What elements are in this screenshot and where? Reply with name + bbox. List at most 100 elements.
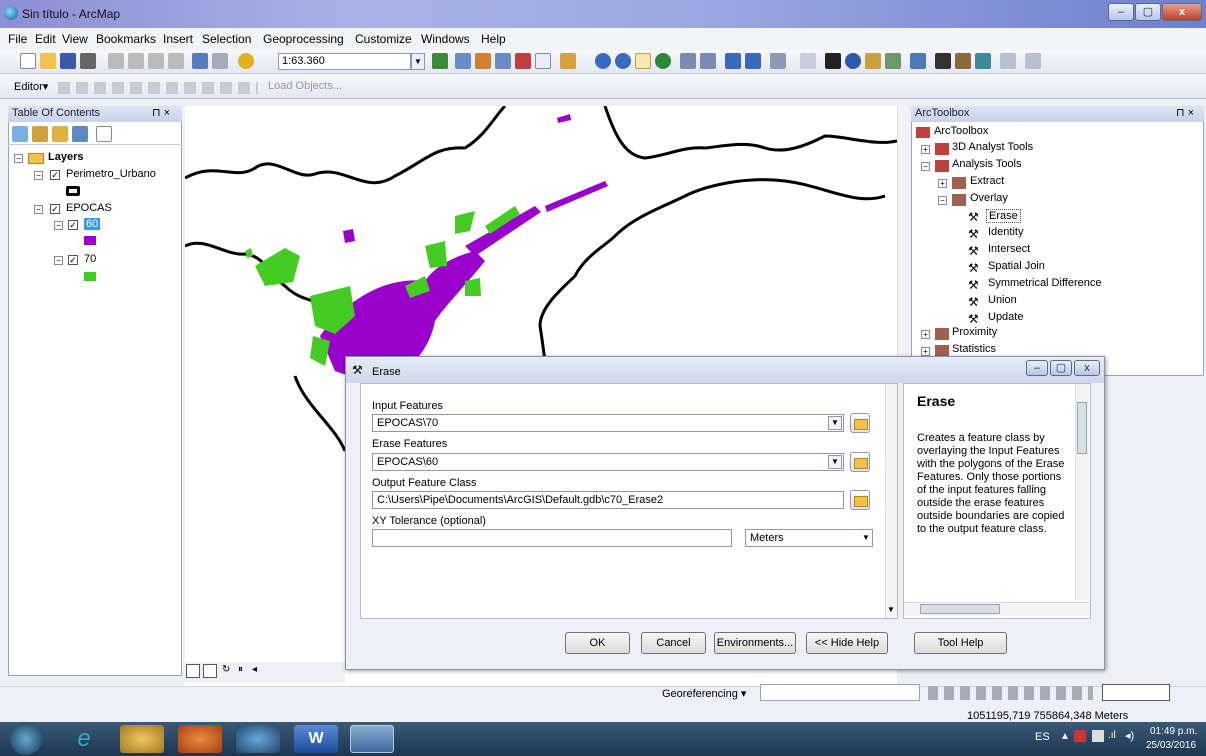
tool-spatial-join[interactable]: Spatial Join <box>988 260 1045 272</box>
undo-icon[interactable] <box>192 53 208 69</box>
expand-icon[interactable]: + <box>921 347 930 356</box>
collapse-icon[interactable]: − <box>14 154 23 163</box>
toolbox-root[interactable]: ArcToolbox <box>934 125 988 137</box>
chevron-down-icon[interactable]: ▼ <box>828 416 842 430</box>
measure-icon[interactable] <box>910 53 926 69</box>
menu-help[interactable]: Help <box>481 32 506 46</box>
html-popup-icon[interactable] <box>885 53 901 69</box>
menu-geoprocessing[interactable]: Geoprocessing <box>263 32 344 46</box>
tool-help-button[interactable]: Tool Help <box>914 632 1007 654</box>
start-button-icon[interactable] <box>10 723 42 755</box>
zoom-in-icon[interactable] <box>595 53 611 69</box>
browse-folder-icon[interactable] <box>850 413 870 433</box>
collapse-icon[interactable]: − <box>938 196 947 205</box>
layer-visibility-checkbox[interactable]: ✓ <box>50 170 60 180</box>
file-explorer-icon[interactable] <box>120 725 164 753</box>
georef-input[interactable] <box>1102 684 1170 701</box>
collapse-icon[interactable]: − <box>921 162 930 171</box>
maximize-button[interactable]: ▢ <box>1135 3 1161 21</box>
internet-explorer-icon[interactable]: e <box>62 725 106 753</box>
ok-button[interactable]: OK <box>565 632 630 654</box>
georef-tools-group[interactable] <box>928 686 1093 700</box>
find-icon[interactable] <box>935 53 951 69</box>
browse-folder-icon[interactable] <box>850 490 870 510</box>
editor-toolbar-icon[interactable] <box>432 53 448 69</box>
time-slider-icon[interactable] <box>1000 53 1016 69</box>
units-select[interactable]: Meters <box>745 529 873 547</box>
expand-icon[interactable]: + <box>921 145 930 154</box>
language-indicator[interactable]: ES <box>1035 731 1050 743</box>
tool-intersect[interactable]: Intersect <box>988 243 1030 255</box>
input-features-field[interactable]: EPOCAS\70 <box>372 414 844 432</box>
cancel-button[interactable]: Cancel <box>641 632 706 654</box>
menu-selection[interactable]: Selection <box>202 32 251 46</box>
catalog-icon[interactable] <box>475 53 491 69</box>
identify-icon[interactable] <box>845 53 861 69</box>
model-builder-icon[interactable] <box>535 53 551 69</box>
zoom-out-icon[interactable] <box>615 53 631 69</box>
layer-visibility-checkbox[interactable]: ✓ <box>50 204 60 214</box>
word-icon[interactable]: W <box>294 725 338 753</box>
clear-selection-icon[interactable] <box>800 53 816 69</box>
clock-time[interactable]: 01:49 p.m. <box>1150 726 1197 737</box>
select-elements-icon[interactable] <box>825 53 841 69</box>
find-route-icon[interactable] <box>955 53 971 69</box>
pan-icon[interactable] <box>635 53 651 69</box>
output-feature-class-field[interactable]: C:\Users\Pipe\Documents\ArcGIS\Default.g… <box>372 491 844 509</box>
select-features-icon[interactable] <box>770 53 786 69</box>
help-scroll-thumb[interactable] <box>1077 402 1087 454</box>
class-70-label[interactable]: 70 <box>84 253 96 265</box>
volume-icon[interactable]: ◂) <box>1125 729 1134 742</box>
toc-pin-close[interactable]: ⊓ × <box>152 106 170 119</box>
list-by-selection-icon[interactable] <box>72 126 88 142</box>
scroll-left-icon[interactable]: ◂ <box>252 664 266 678</box>
layer-perimetro-urbano[interactable]: Perimetro_Urbano <box>66 168 156 180</box>
hide-help-button[interactable]: << Hide Help <box>806 632 888 654</box>
layout-view-icon[interactable] <box>203 664 217 678</box>
table-icon[interactable] <box>455 53 471 69</box>
georef-layer-select[interactable] <box>760 684 920 701</box>
minimize-button[interactable]: – <box>1108 3 1134 21</box>
cut-icon[interactable] <box>108 53 124 69</box>
save-icon[interactable] <box>60 53 76 69</box>
action-center-icon[interactable] <box>1074 730 1086 742</box>
scroll-down-icon[interactable]: ▼ <box>887 605 895 614</box>
search-window-icon[interactable] <box>560 53 576 69</box>
pause-drawing-icon[interactable]: ⏸ <box>238 664 252 678</box>
toolset-extract[interactable]: Extract <box>970 175 1004 187</box>
toolbox-3d-analyst[interactable]: 3D Analyst Tools <box>952 141 1033 153</box>
dialog-minimize-button[interactable]: – <box>1026 360 1048 376</box>
forward-icon[interactable] <box>745 53 761 69</box>
toolset-statistics[interactable]: Statistics <box>952 343 996 355</box>
menu-insert[interactable]: Insert <box>163 32 193 46</box>
chevron-down-icon[interactable]: ▼ <box>862 533 870 542</box>
class-60-label[interactable]: 60 <box>84 218 101 230</box>
delete-icon[interactable] <box>168 53 184 69</box>
xy-tolerance-field[interactable] <box>372 529 732 547</box>
copy-icon[interactable] <box>128 53 144 69</box>
full-extent-icon[interactable] <box>655 53 671 69</box>
signal-icon[interactable]: .ıl <box>1108 730 1116 741</box>
load-objects-button[interactable]: Load Objects... <box>268 80 342 92</box>
list-by-drawing-order-icon[interactable] <box>12 126 28 142</box>
form-vertical-scrollbar[interactable] <box>885 384 897 618</box>
redo-icon[interactable] <box>212 53 228 69</box>
fixed-zoom-out-icon[interactable] <box>700 53 716 69</box>
collapse-icon[interactable]: − <box>54 221 63 230</box>
add-data-icon[interactable] <box>238 53 254 69</box>
tray-chevron-icon[interactable]: ▲ <box>1060 731 1070 742</box>
arcmap-task-icon[interactable] <box>350 725 394 753</box>
collapse-icon[interactable]: − <box>34 205 43 214</box>
refresh-icon[interactable]: ↻ <box>222 664 236 678</box>
paste-icon[interactable] <box>148 53 164 69</box>
menu-customize[interactable]: Customize <box>355 32 412 46</box>
list-by-visibility-icon[interactable] <box>52 126 68 142</box>
arctoolbox-icon[interactable] <box>495 53 511 69</box>
arctoolbox-pin-close[interactable]: ⊓ × <box>1176 106 1194 119</box>
collapse-icon[interactable]: − <box>54 256 63 265</box>
tool-symmetrical-difference[interactable]: Symmetrical Difference <box>988 277 1102 289</box>
georeferencing-menu[interactable]: Georeferencing ▾ <box>662 687 746 700</box>
python-icon[interactable] <box>515 53 531 69</box>
menu-view[interactable]: View <box>62 32 88 46</box>
menu-edit[interactable]: Edit <box>35 32 56 46</box>
